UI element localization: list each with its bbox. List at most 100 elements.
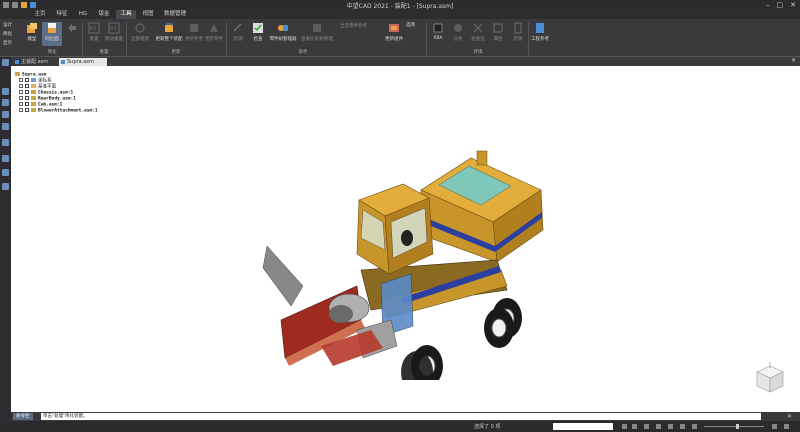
check-button[interactable]: 检查 xyxy=(248,22,268,46)
assembly-tree: Supra.asm 坐标系 基准平面 Chassis.asm:1 RearBod… xyxy=(15,72,98,114)
assembly-file-icon xyxy=(15,60,19,64)
update-assembly-icon xyxy=(165,23,173,32)
undo-button[interactable] xyxy=(62,22,82,46)
tab-features[interactable]: 特征 xyxy=(52,10,72,19)
gear-icon[interactable] xyxy=(2,183,9,190)
truck-model[interactable] xyxy=(261,150,561,380)
expand-icon[interactable] xyxy=(19,102,23,106)
zoom-slider[interactable] xyxy=(704,426,764,427)
tab-tools[interactable]: 工具 xyxy=(116,10,136,19)
status-search-input[interactable] xyxy=(553,423,613,430)
expand-icon[interactable] xyxy=(19,96,23,100)
tools-icon[interactable] xyxy=(2,155,9,162)
close-icon[interactable]: ✕ xyxy=(790,1,796,9)
visibility-checkbox[interactable] xyxy=(25,96,29,100)
analyze-button[interactable]: 分析 xyxy=(448,22,468,46)
check-edge-button[interactable]: 检查边 xyxy=(468,22,488,46)
visibility-checkbox[interactable] xyxy=(25,102,29,106)
group-simplify-label: 简化 xyxy=(47,50,57,55)
tab-sheetmetal[interactable]: 钣金 xyxy=(94,10,114,19)
ribbon-separator xyxy=(226,22,227,55)
measure-icon[interactable] xyxy=(692,424,697,429)
tab-view[interactable]: 视图 xyxy=(138,10,158,19)
document-tabs: 主装配.asm Supra.asm ✕ xyxy=(11,57,800,66)
expand-icon[interactable] xyxy=(19,108,23,112)
visibility-checkbox[interactable] xyxy=(25,90,29,94)
help-icon[interactable] xyxy=(2,111,9,118)
ribbon-design-item[interactable]: 设计 xyxy=(3,22,12,28)
ribbon-display-item[interactable]: 显示 xyxy=(3,40,12,46)
update-references-button[interactable]: 更新参考 xyxy=(184,22,204,46)
view-icon[interactable] xyxy=(656,424,661,429)
visibility-checkbox[interactable] xyxy=(25,78,29,82)
close-tab-icon[interactable]: ✕ xyxy=(791,57,796,64)
snap-icon[interactable] xyxy=(622,424,627,429)
detect-icon xyxy=(514,22,522,34)
coordinate-icon xyxy=(31,78,36,82)
update-all-button[interactable]: 更新整个装配 xyxy=(156,22,183,46)
history-button[interactable]: 查看历史树管理 xyxy=(300,22,334,46)
update-components-icon xyxy=(389,24,399,32)
ribbon-separator xyxy=(426,22,427,55)
zoom-slider-handle[interactable] xyxy=(736,424,739,429)
options-item[interactable]: 选项 xyxy=(406,22,415,28)
filter-icon[interactable] xyxy=(644,424,649,429)
detect-button[interactable]: 检测 xyxy=(508,22,528,46)
grid-icon[interactable] xyxy=(632,424,637,429)
fullscreen-icon[interactable] xyxy=(772,424,777,429)
inspect-icon xyxy=(233,23,242,32)
undo-icon xyxy=(68,24,76,32)
properties-button[interactable]: 属性 xyxy=(488,22,508,46)
visibility-checkbox[interactable] xyxy=(25,108,29,112)
ribbon-tabs: 主页 特征 HG 钣金 工具 视图 数据管理 xyxy=(0,10,800,19)
tree-icon[interactable] xyxy=(2,88,9,95)
settings-icon[interactable] xyxy=(784,424,789,429)
assembly-icon xyxy=(31,96,36,100)
parts-icon xyxy=(210,24,218,32)
render-mode-icon[interactable] xyxy=(668,424,673,429)
manager-icon[interactable] xyxy=(2,59,9,66)
parts-manager-button[interactable]: 零件树管理器 xyxy=(268,22,298,46)
doc-tab-supra[interactable]: Supra.asm xyxy=(59,58,107,66)
expand-icon[interactable] xyxy=(19,78,23,82)
render-icon[interactable] xyxy=(2,139,9,146)
exhaust xyxy=(476,150,488,166)
layer-icon[interactable] xyxy=(2,99,9,106)
tab-data-management[interactable]: 数据管理 xyxy=(160,10,190,19)
ribbon-simplify-item[interactable]: 简化 xyxy=(3,31,12,37)
rebuild-all-button[interactable]: 全部重建 xyxy=(128,22,152,46)
view-cube[interactable] xyxy=(753,362,787,396)
same-layer-button[interactable]: 同位面 xyxy=(42,22,62,46)
left-toolbar xyxy=(0,57,11,412)
update-parts-button[interactable]: 更新零件 xyxy=(204,22,224,46)
xba-button[interactable]: XBA xyxy=(428,22,448,46)
all-parts-reference-item[interactable]: 全选零件参考 xyxy=(340,23,367,29)
parts-manager-icon xyxy=(278,25,288,31)
title-bar: 中望CAD 2021 - 装配1 - [Supra.asm] – □ ✕ xyxy=(0,0,800,10)
engineering-reference-button[interactable]: 工程参考 xyxy=(530,22,550,46)
visibility-checkbox[interactable] xyxy=(25,84,29,88)
move-reset-button[interactable]: R2 移动重置 xyxy=(104,22,124,46)
assembly-icon xyxy=(15,72,20,76)
settings-icon[interactable] xyxy=(2,169,9,176)
close-command-icon[interactable]: ✕ xyxy=(787,413,792,420)
command-input[interactable]: 单击"处理"简化装配。 xyxy=(41,413,761,420)
selection-status: 选择了 0 项 xyxy=(474,424,501,430)
expand-icon[interactable] xyxy=(19,84,23,88)
tab-home[interactable]: 主页 xyxy=(30,10,50,19)
update-components-button[interactable]: 更新组件 xyxy=(382,22,406,46)
3d-viewport[interactable]: Supra.asm 坐标系 基准平面 Chassis.asm:1 RearBod… xyxy=(11,66,800,412)
wheel-hub xyxy=(491,318,507,338)
reset-button[interactable]: R1 重置 xyxy=(84,22,104,46)
model-button[interactable]: 模型 xyxy=(22,22,42,46)
maximize-icon[interactable]: □ xyxy=(777,1,784,9)
minimize-icon[interactable]: – xyxy=(766,1,770,9)
tab-hg[interactable]: HG xyxy=(74,10,92,19)
inspect-button[interactable]: 检测 xyxy=(228,22,248,46)
tree-row[interactable]: BlowerAttachment.asm:1 xyxy=(15,108,98,114)
assembly-icon xyxy=(31,90,36,94)
doc-tab-main[interactable]: 主装配.asm xyxy=(13,58,57,66)
expand-icon[interactable] xyxy=(19,90,23,94)
light-icon[interactable] xyxy=(680,424,685,429)
search-icon[interactable] xyxy=(2,123,9,130)
